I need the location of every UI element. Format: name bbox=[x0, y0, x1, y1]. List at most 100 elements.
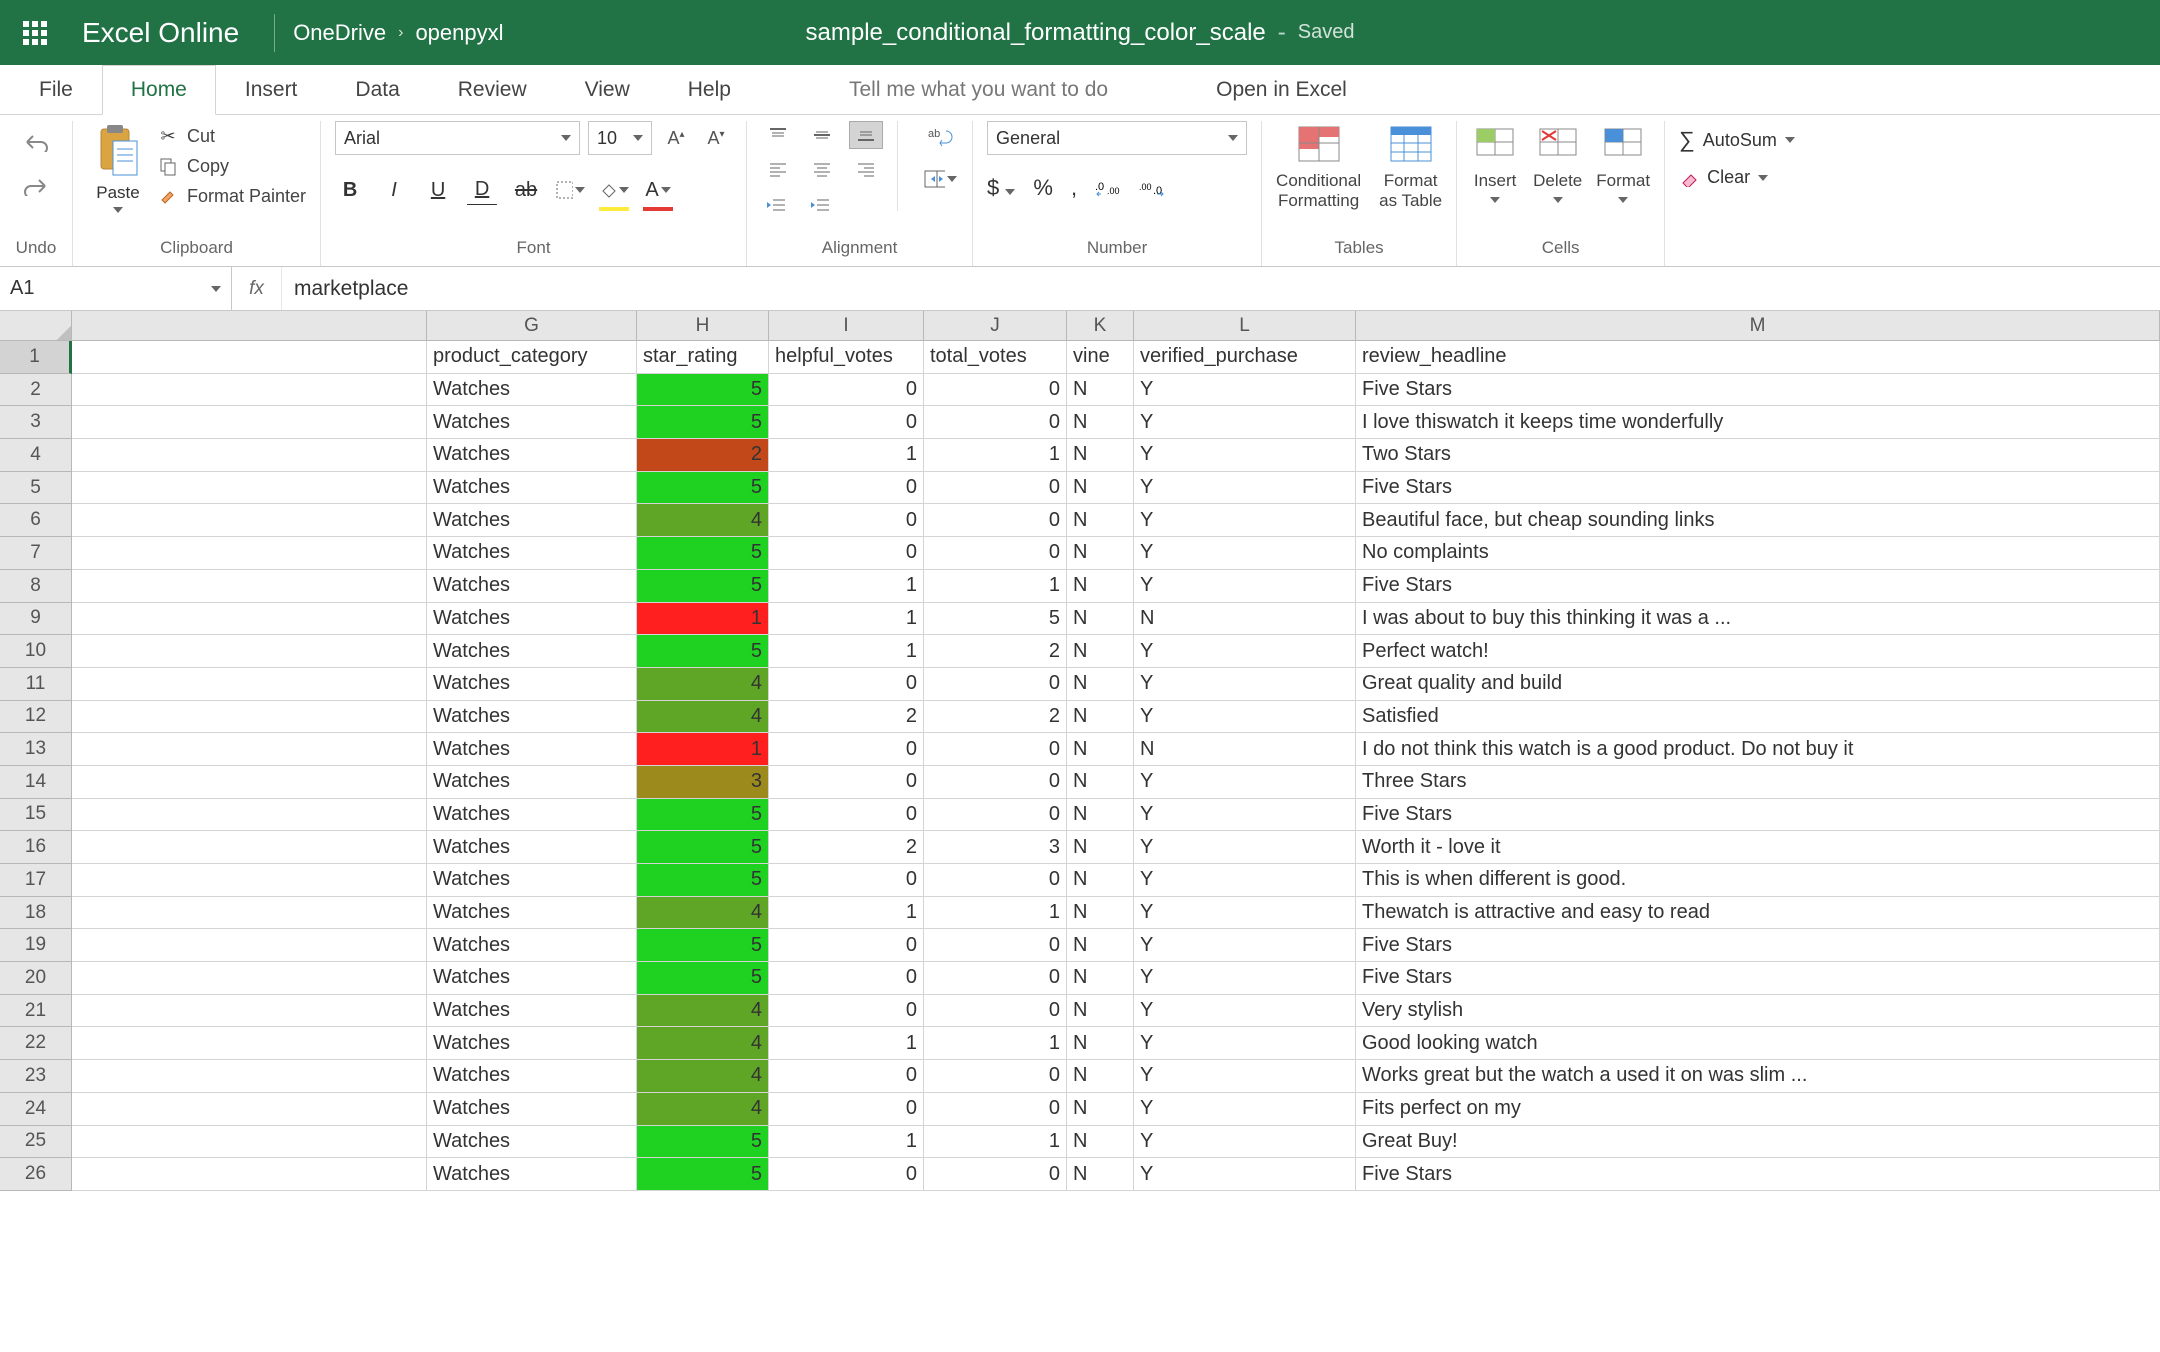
cell[interactable]: 1 bbox=[924, 570, 1067, 603]
name-box[interactable]: A1 bbox=[0, 267, 232, 310]
fx-label[interactable]: fx bbox=[232, 267, 282, 310]
increase-decimal-button[interactable]: .0.00 bbox=[1095, 178, 1121, 198]
cell[interactable]: 2 bbox=[769, 701, 924, 734]
cell[interactable]: Y bbox=[1134, 374, 1356, 407]
font-size-combo[interactable]: 10 bbox=[588, 121, 652, 155]
cell[interactable]: Watches bbox=[427, 1093, 637, 1126]
cell[interactable] bbox=[72, 799, 427, 832]
cell[interactable]: Y bbox=[1134, 439, 1356, 472]
cell[interactable]: Watches bbox=[427, 897, 637, 930]
cell[interactable]: 5 bbox=[637, 831, 769, 864]
cell[interactable]: I love thiswatch it keeps time wonderful… bbox=[1356, 406, 2160, 439]
cell[interactable]: 0 bbox=[924, 472, 1067, 505]
tab-file[interactable]: File bbox=[10, 65, 102, 114]
underline-button[interactable]: U bbox=[423, 175, 453, 205]
cell[interactable]: verified_purchase bbox=[1134, 341, 1356, 374]
cell[interactable]: Watches bbox=[427, 929, 637, 962]
align-left-button[interactable] bbox=[761, 155, 795, 183]
cell[interactable]: I do not think this watch is a good prod… bbox=[1356, 733, 2160, 766]
select-all-corner[interactable] bbox=[0, 311, 72, 340]
breadcrumb-folder[interactable]: openpyxl bbox=[415, 20, 503, 46]
row-header[interactable]: 11 bbox=[0, 668, 72, 701]
cell[interactable] bbox=[72, 504, 427, 537]
cell[interactable]: 0 bbox=[769, 1093, 924, 1126]
cell[interactable] bbox=[72, 374, 427, 407]
cell[interactable]: N bbox=[1067, 1158, 1134, 1191]
row-header[interactable]: 25 bbox=[0, 1126, 72, 1159]
cell[interactable] bbox=[72, 831, 427, 864]
cell[interactable]: Y bbox=[1134, 1158, 1356, 1191]
cell[interactable] bbox=[72, 341, 427, 374]
column-header-H[interactable]: H bbox=[637, 311, 769, 340]
double-underline-button[interactable]: D bbox=[467, 175, 497, 205]
cell[interactable]: N bbox=[1067, 1027, 1134, 1060]
cell[interactable]: 0 bbox=[769, 406, 924, 439]
cell[interactable] bbox=[72, 1158, 427, 1191]
row-header[interactable]: 16 bbox=[0, 831, 72, 864]
cell[interactable]: 0 bbox=[769, 995, 924, 1028]
cell[interactable]: Watches bbox=[427, 864, 637, 897]
row-header[interactable]: 5 bbox=[0, 472, 72, 505]
column-header-blank[interactable] bbox=[72, 311, 427, 340]
cell[interactable]: N bbox=[1067, 1093, 1134, 1126]
cell[interactable]: N bbox=[1067, 733, 1134, 766]
fill-color-button[interactable] bbox=[599, 175, 629, 205]
cell[interactable]: Five Stars bbox=[1356, 799, 2160, 832]
cell[interactable] bbox=[72, 1093, 427, 1126]
cell[interactable]: 0 bbox=[924, 1158, 1067, 1191]
cell[interactable]: N bbox=[1067, 864, 1134, 897]
cell[interactable]: Watches bbox=[427, 962, 637, 995]
tell-me-search[interactable]: Tell me what you want to do bbox=[820, 65, 1137, 114]
cell[interactable]: Two Stars bbox=[1356, 439, 2160, 472]
column-header-I[interactable]: I bbox=[769, 311, 924, 340]
cell[interactable]: Great quality and build bbox=[1356, 668, 2160, 701]
cell[interactable]: Y bbox=[1134, 897, 1356, 930]
row-header[interactable]: 18 bbox=[0, 897, 72, 930]
cell[interactable]: Watches bbox=[427, 668, 637, 701]
cell[interactable]: N bbox=[1067, 831, 1134, 864]
row-header[interactable]: 17 bbox=[0, 864, 72, 897]
cell[interactable]: N bbox=[1067, 374, 1134, 407]
cell[interactable]: N bbox=[1134, 733, 1356, 766]
cell[interactable]: Watches bbox=[427, 701, 637, 734]
wrap-text-button[interactable]: ab bbox=[922, 121, 958, 153]
cell[interactable]: Five Stars bbox=[1356, 1158, 2160, 1191]
cell[interactable]: 0 bbox=[769, 799, 924, 832]
cell[interactable]: Five Stars bbox=[1356, 929, 2160, 962]
cell[interactable]: N bbox=[1067, 668, 1134, 701]
cell[interactable]: vine bbox=[1067, 341, 1134, 374]
align-right-button[interactable] bbox=[849, 155, 883, 183]
cell[interactable]: 5 bbox=[924, 603, 1067, 636]
cell[interactable] bbox=[72, 439, 427, 472]
cell[interactable]: Watches bbox=[427, 472, 637, 505]
cell[interactable]: Watches bbox=[427, 1158, 637, 1191]
cell[interactable]: review_headline bbox=[1356, 341, 2160, 374]
cell[interactable] bbox=[72, 406, 427, 439]
cell[interactable] bbox=[72, 472, 427, 505]
cell[interactable]: 0 bbox=[924, 995, 1067, 1028]
cell[interactable]: Great Buy! bbox=[1356, 1126, 2160, 1159]
cell[interactable]: N bbox=[1067, 603, 1134, 636]
cell[interactable]: Worth it - love it bbox=[1356, 831, 2160, 864]
cell[interactable]: 5 bbox=[637, 537, 769, 570]
cell[interactable]: 3 bbox=[637, 766, 769, 799]
row-header[interactable]: 23 bbox=[0, 1060, 72, 1093]
cell[interactable]: 3 bbox=[924, 831, 1067, 864]
cell[interactable]: Watches bbox=[427, 439, 637, 472]
cell[interactable]: 0 bbox=[924, 962, 1067, 995]
cell[interactable]: N bbox=[1067, 472, 1134, 505]
number-format-combo[interactable]: General bbox=[987, 121, 1247, 155]
cell[interactable]: 0 bbox=[924, 406, 1067, 439]
cell[interactable]: Watches bbox=[427, 374, 637, 407]
increase-font-button[interactable]: A▴ bbox=[660, 123, 692, 153]
increase-indent-button[interactable] bbox=[805, 193, 835, 219]
cell[interactable]: 0 bbox=[769, 374, 924, 407]
cell[interactable]: Y bbox=[1134, 537, 1356, 570]
cell[interactable] bbox=[72, 766, 427, 799]
row-header[interactable]: 3 bbox=[0, 406, 72, 439]
cell[interactable] bbox=[72, 864, 427, 897]
cell[interactable]: 0 bbox=[924, 929, 1067, 962]
cell[interactable]: 4 bbox=[637, 897, 769, 930]
cell[interactable]: 5 bbox=[637, 962, 769, 995]
tab-help[interactable]: Help bbox=[659, 65, 760, 114]
